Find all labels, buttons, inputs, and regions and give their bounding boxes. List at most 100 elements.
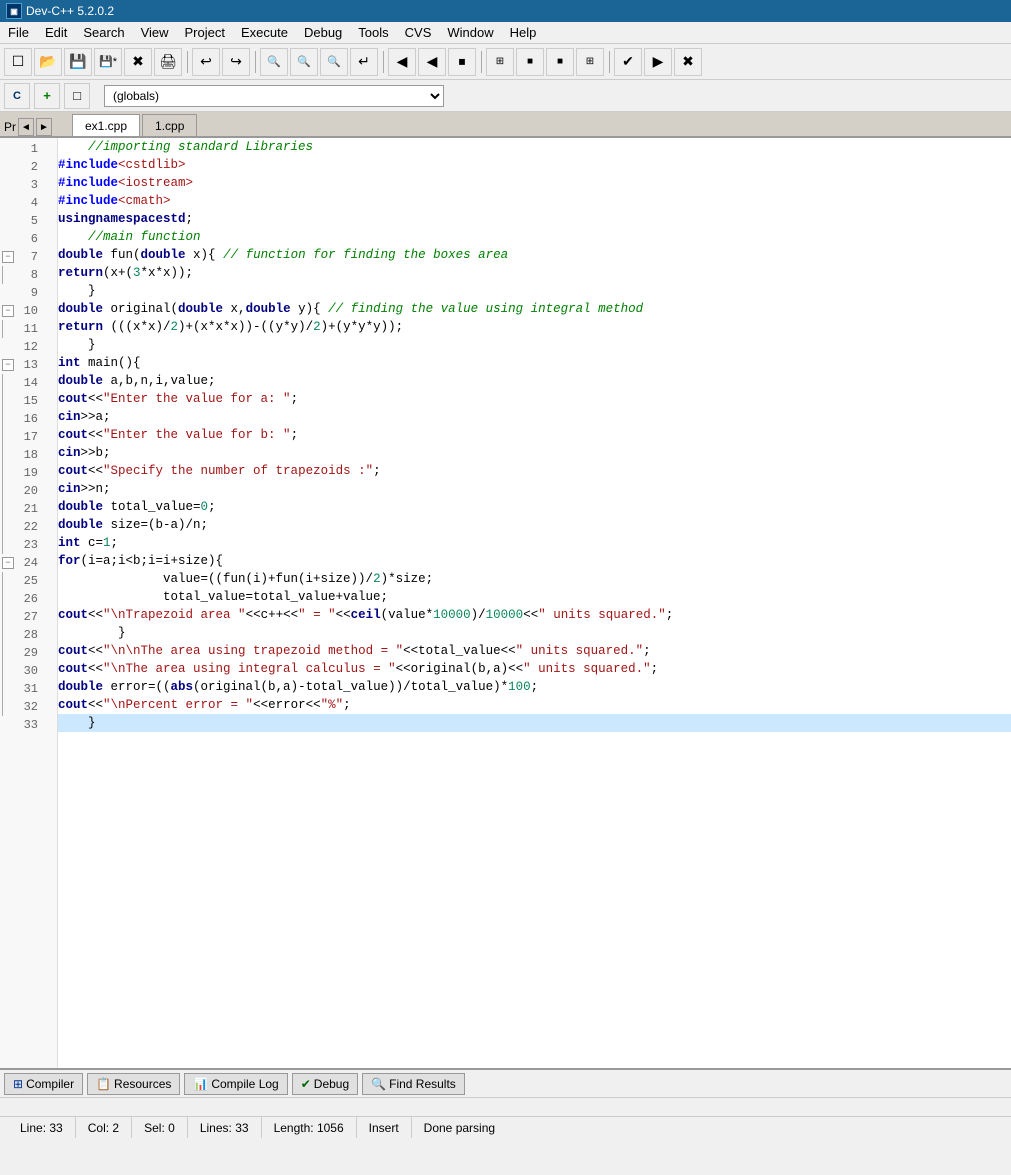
line-num-text-13: 13	[16, 358, 38, 372]
code-line-3: #include <iostream>	[58, 174, 1011, 192]
bottom-tab-findresults[interactable]: 🔍 Find Results	[362, 1073, 465, 1095]
fold-button-7[interactable]: −	[2, 251, 14, 263]
menu-view[interactable]: View	[133, 22, 177, 43]
line-num-text-6: 6	[16, 232, 38, 246]
bottom-tab-compiler[interactable]: ⊞ Compiler	[4, 1073, 83, 1095]
code-line-17: cout<<"Enter the value for b: ";	[58, 426, 1011, 444]
menu-execute[interactable]: Execute	[233, 22, 296, 43]
line-num-text-16: 16	[16, 412, 38, 426]
close2-button[interactable]: ✖	[674, 48, 702, 76]
fold-button-24[interactable]: −	[2, 557, 14, 569]
menu-search[interactable]: Search	[75, 22, 132, 43]
line-num-text-15: 15	[16, 394, 38, 408]
fold-line-11	[2, 320, 14, 338]
line-num-text-17: 17	[16, 430, 38, 444]
code-area[interactable]: //importing standard Libraries #include …	[58, 138, 1011, 1068]
line-number-27: 27	[0, 608, 57, 626]
tab-next-button[interactable]: ►	[36, 118, 52, 136]
layout3-button[interactable]: ■	[546, 48, 574, 76]
line-number-13: −13	[0, 356, 57, 374]
line-number-14: 14	[0, 374, 57, 392]
line-num-text-30: 30	[16, 664, 38, 678]
compile-run-button[interactable]: ▶	[644, 48, 672, 76]
replace-button[interactable]: 🔍	[320, 48, 348, 76]
menu-window[interactable]: Window	[439, 22, 501, 43]
fold-button-13[interactable]: −	[2, 359, 14, 371]
line-num-text-7: 7	[16, 250, 38, 264]
app-icon: ▣	[6, 3, 22, 19]
bottom-tab-compilelog[interactable]: 📊 Compile Log	[184, 1073, 287, 1095]
line-number-15: 15	[0, 392, 57, 410]
line-num-text-28: 28	[16, 628, 38, 642]
tab-prev-button[interactable]: ◄	[18, 118, 34, 136]
menu-tools[interactable]: Tools	[350, 22, 396, 43]
layout4-button[interactable]: ⊞	[576, 48, 604, 76]
menu-project[interactable]: Project	[177, 22, 233, 43]
code-line-25: value=((fun(i)+fun(i+size))/2)*size;	[58, 570, 1011, 588]
line-label: Line:	[20, 1121, 46, 1135]
code-line-10: double original(double x,double y){ // f…	[58, 300, 1011, 318]
bottom-tab-resources[interactable]: 📋 Resources	[87, 1073, 180, 1095]
step-back-button[interactable]: ◀	[388, 48, 416, 76]
line-number-6: 6	[0, 230, 57, 248]
menu-file[interactable]: File	[0, 22, 37, 43]
save-button[interactable]: 💾	[64, 48, 92, 76]
tab-left-nav: Pr ◄ ►	[4, 118, 64, 136]
menu-edit[interactable]: Edit	[37, 22, 75, 43]
print-button[interactable]: 🖨	[154, 48, 182, 76]
fold-line-31	[2, 680, 14, 698]
bottom-tab-debug[interactable]: ✔ Debug	[292, 1073, 358, 1095]
status-col: Col: 2	[76, 1117, 132, 1138]
code-line-28: }	[58, 624, 1011, 642]
find-button[interactable]: 🔍	[260, 48, 288, 76]
layout1-button[interactable]: ⊞	[486, 48, 514, 76]
line-number-19: 19	[0, 464, 57, 482]
fold-line-8	[2, 266, 14, 284]
redo-button[interactable]: ↪	[222, 48, 250, 76]
menu-debug[interactable]: Debug	[296, 22, 350, 43]
lines-label: Lines:	[200, 1121, 232, 1135]
line-number-24: −24	[0, 554, 57, 572]
code-line-5: using namespace std;	[58, 210, 1011, 228]
line-num-text-9: 9	[16, 286, 38, 300]
line-number-25: 25	[0, 572, 57, 590]
code-line-4: #include <cmath>	[58, 192, 1011, 210]
undo-button[interactable]: ↩	[192, 48, 220, 76]
menu-cvs[interactable]: CVS	[397, 22, 440, 43]
jump-button[interactable]: ↵	[350, 48, 378, 76]
find2-button[interactable]: 🔍	[290, 48, 318, 76]
line-number-26: 26	[0, 590, 57, 608]
tab-1cpp[interactable]: 1.cpp	[142, 114, 197, 136]
line-num-text-12: 12	[16, 340, 38, 354]
fold-line-14	[2, 374, 14, 392]
scope-button[interactable]: □	[64, 83, 90, 109]
fold-line-23	[2, 536, 14, 554]
tab-ex1cpp[interactable]: ex1.cpp	[72, 114, 140, 136]
save-all-button[interactable]: 💾*	[94, 48, 122, 76]
code-line-32: cout<<"\nPercent error = "<<error<<"%";	[58, 696, 1011, 714]
line-num-text-11: 11	[16, 322, 38, 336]
code-line-16: cin>>a;	[58, 408, 1011, 426]
line-num-text-4: 4	[16, 196, 38, 210]
line-number-17: 17	[0, 428, 57, 446]
line-num-text-8: 8	[16, 268, 38, 282]
sel-label: Sel:	[144, 1121, 165, 1135]
line-number-18: 18	[0, 446, 57, 464]
line-num-text-27: 27	[16, 610, 38, 624]
fold-button-10[interactable]: −	[2, 305, 14, 317]
check-button[interactable]: ✔	[614, 48, 642, 76]
fold-line-17	[2, 428, 14, 446]
new-button[interactable]: ☐	[4, 48, 32, 76]
add-button[interactable]: +	[34, 83, 60, 109]
line-number-16: 16	[0, 410, 57, 428]
close-button[interactable]: ✖	[124, 48, 152, 76]
open-button[interactable]: 📂	[34, 48, 62, 76]
menu-help[interactable]: Help	[502, 22, 545, 43]
stop-button[interactable]: ⏹	[448, 48, 476, 76]
layout2-button[interactable]: ■	[516, 48, 544, 76]
length-label: Length:	[274, 1121, 314, 1135]
class-button[interactable]: C	[4, 83, 30, 109]
fold-line-19	[2, 464, 14, 482]
step-fwd-button[interactable]: ◀	[418, 48, 446, 76]
globals-dropdown[interactable]: (globals)	[104, 85, 444, 107]
